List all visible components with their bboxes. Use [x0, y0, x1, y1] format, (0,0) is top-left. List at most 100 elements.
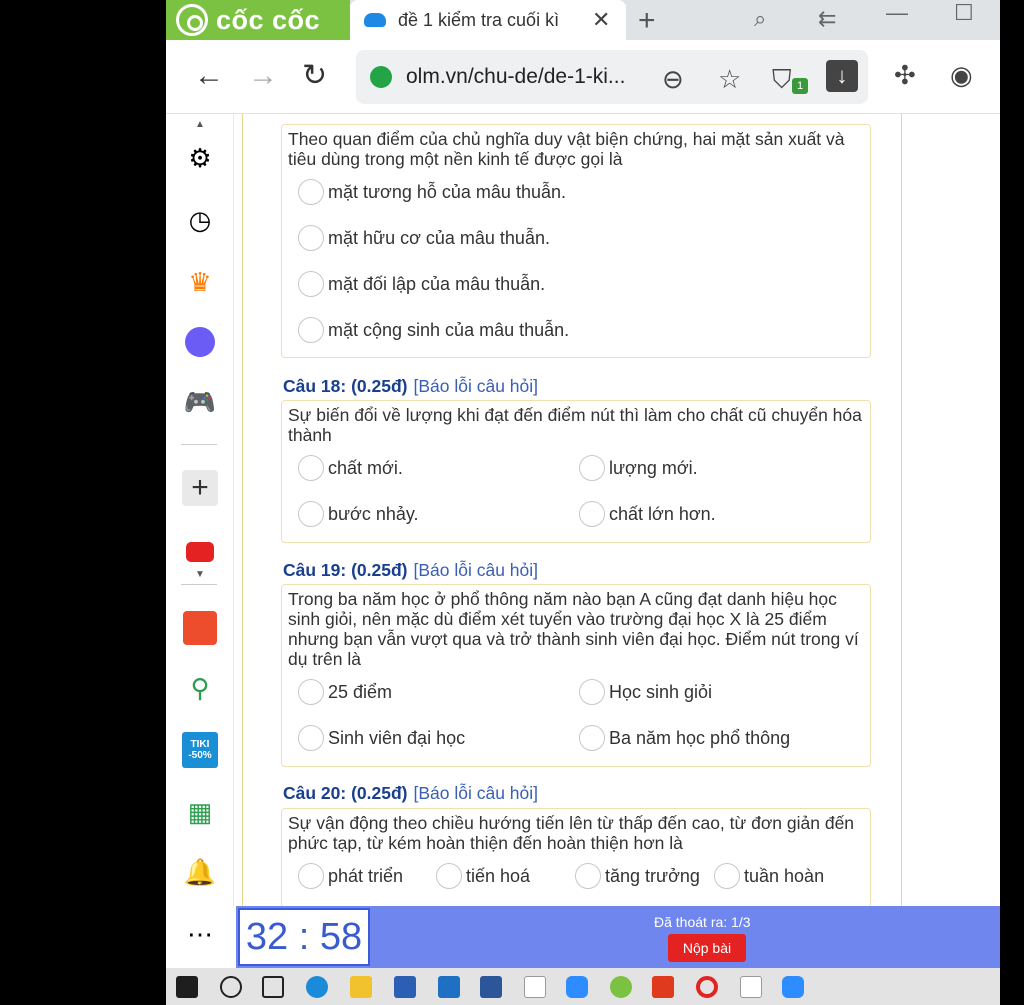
answer-option[interactable]: chất lớn hơn.: [579, 501, 716, 527]
sidebar-divider: [181, 444, 217, 445]
answer-option[interactable]: Sinh viên đại học: [298, 725, 465, 751]
radio-button[interactable]: [298, 501, 324, 527]
shopee-icon[interactable]: [182, 610, 218, 646]
report-error-link[interactable]: [Báo lỗi câu hỏi]: [413, 376, 538, 396]
answer-option[interactable]: mặt cộng sinh của mâu thuẫn.: [298, 317, 569, 343]
radio-button[interactable]: [298, 679, 324, 705]
answer-option[interactable]: Học sinh giỏi: [579, 679, 712, 705]
option-label: Học sinh giỏi: [609, 681, 713, 702]
opera-icon[interactable]: [696, 976, 718, 998]
edge-icon[interactable]: [306, 976, 328, 998]
answer-option[interactable]: mặt hữu cơ của mâu thuẫn.: [298, 225, 550, 251]
task-view-icon[interactable]: [262, 976, 284, 998]
reload-button[interactable]: ↻: [302, 58, 327, 94]
active-tab[interactable]: đề 1 kiểm tra cuối kì ✕: [350, 0, 626, 40]
option-label: chất mới.: [328, 457, 403, 478]
shield-badge: 1: [792, 78, 808, 94]
file-explorer-icon[interactable]: [350, 976, 372, 998]
crown-icon[interactable]: ♛: [182, 264, 218, 300]
game-icon[interactable]: ⚲: [182, 670, 218, 706]
answer-option[interactable]: chất mới.: [298, 455, 403, 481]
coccoc-taskbar-icon[interactable]: [610, 976, 632, 998]
radio-button[interactable]: [714, 863, 740, 889]
gear-icon[interactable]: ⚙: [182, 140, 218, 176]
zoom-out-icon[interactable]: ⊖: [662, 64, 684, 95]
zoom-meeting-icon[interactable]: [782, 976, 804, 998]
answer-option[interactable]: phát triển: [298, 863, 403, 889]
quiz-page: Theo quan điểm của chủ nghĩa duy vật biệ…: [242, 114, 902, 906]
answer-option[interactable]: tiến hoá: [436, 863, 530, 889]
radio-button[interactable]: [298, 225, 324, 251]
gamepad-icon[interactable]: 🎮: [182, 384, 218, 420]
store-icon[interactable]: [394, 976, 416, 998]
office-icon[interactable]: [652, 976, 674, 998]
youtube-icon[interactable]: [182, 534, 218, 570]
bookmark-star-icon[interactable]: ☆: [718, 64, 741, 95]
document-icon[interactable]: [740, 976, 762, 998]
windows-start-icon[interactable]: [176, 976, 198, 998]
sidebar-divider: [181, 584, 217, 585]
radio-button[interactable]: [298, 725, 324, 751]
option-label: lượng mới.: [609, 457, 698, 478]
profile-icon[interactable]: ◉: [950, 60, 973, 91]
answer-option[interactable]: 25 điểm: [298, 679, 392, 705]
address-bar[interactable]: olm.vn/chu-de/de-1-ki... ⊖ ☆ ⛉: [356, 50, 868, 104]
new-tab-button[interactable]: +: [638, 4, 656, 38]
history-icon[interactable]: ◷: [182, 202, 218, 238]
extensions-icon[interactable]: ✣: [894, 60, 916, 91]
answer-option[interactable]: mặt đối lập của mâu thuẫn.: [298, 271, 545, 297]
radio-button[interactable]: [579, 725, 605, 751]
mail-icon[interactable]: [438, 976, 460, 998]
secure-lock-icon[interactable]: [370, 66, 392, 88]
url-text[interactable]: olm.vn/chu-de/de-1-ki...: [406, 65, 625, 89]
scroll-down-icon[interactable]: ▼: [182, 566, 218, 582]
minimize-icon[interactable]: —: [886, 0, 908, 26]
coccoc-logo[interactable]: cốc cốc: [166, 0, 350, 40]
add-icon[interactable]: +: [182, 470, 218, 506]
search-icon[interactable]: [220, 976, 242, 998]
windows-taskbar: [166, 968, 1000, 1005]
report-error-link[interactable]: [Báo lỗi câu hỏi]: [413, 783, 538, 803]
answer-option[interactable]: bước nhảy.: [298, 501, 419, 527]
radio-button[interactable]: [298, 179, 324, 205]
zoom-icon[interactable]: [566, 976, 588, 998]
tiki-icon[interactable]: TIKI -50%: [182, 732, 218, 768]
bell-icon[interactable]: 🔔: [182, 854, 218, 890]
answer-option[interactable]: tuần hoàn: [714, 863, 824, 889]
forward-button[interactable]: →: [248, 58, 278, 94]
navigation-bar: ← → ↻ olm.vn/chu-de/de-1-ki... ⊖ ☆ ⛉ 1 ↓…: [166, 40, 1000, 114]
back-history-icon[interactable]: ⇇: [818, 6, 836, 32]
coccoc-logo-icon: [176, 4, 208, 36]
spreadsheet-icon[interactable]: ▦: [182, 794, 218, 830]
radio-button[interactable]: [298, 317, 324, 343]
radio-button[interactable]: [575, 863, 601, 889]
answer-option[interactable]: mặt tương hỗ của mâu thuẫn.: [298, 179, 566, 205]
report-error-link[interactable]: [Báo lỗi câu hỏi]: [413, 560, 538, 580]
messenger-icon[interactable]: [182, 324, 218, 360]
radio-button[interactable]: [298, 863, 324, 889]
answer-option[interactable]: lượng mới.: [579, 455, 698, 481]
maximize-icon[interactable]: ☐: [954, 0, 974, 26]
word-icon[interactable]: [480, 976, 502, 998]
answer-option[interactable]: Ba năm học phổ thông: [579, 725, 790, 751]
tab-search-icon[interactable]: ⌕: [754, 6, 766, 32]
radio-button[interactable]: [579, 455, 605, 481]
back-button[interactable]: ←: [194, 58, 224, 94]
radio-button[interactable]: [579, 679, 605, 705]
question-header: Câu 19: (0.25đ) [Báo lỗi câu hỏi]: [283, 560, 538, 581]
notepad-icon[interactable]: [524, 976, 546, 998]
radio-button[interactable]: [579, 501, 605, 527]
radio-button[interactable]: [298, 455, 324, 481]
tab-close-icon[interactable]: ✕: [592, 7, 610, 33]
submit-button[interactable]: Nộp bài: [668, 934, 746, 962]
shield-icon[interactable]: ⛉: [772, 64, 792, 96]
radio-button[interactable]: [436, 863, 462, 889]
radio-button[interactable]: [298, 271, 324, 297]
more-icon[interactable]: ⋯: [182, 916, 218, 952]
scroll-up-icon[interactable]: ▲: [182, 116, 218, 132]
download-button[interactable]: ↓: [826, 60, 858, 92]
option-label: mặt tương hỗ của mâu thuẫn.: [328, 181, 566, 202]
question-number: Câu 18: (0.25đ): [283, 376, 408, 396]
answer-option[interactable]: tăng trưởng: [575, 863, 700, 889]
question-card: Theo quan điểm của chủ nghĩa duy vật biệ…: [281, 124, 871, 358]
